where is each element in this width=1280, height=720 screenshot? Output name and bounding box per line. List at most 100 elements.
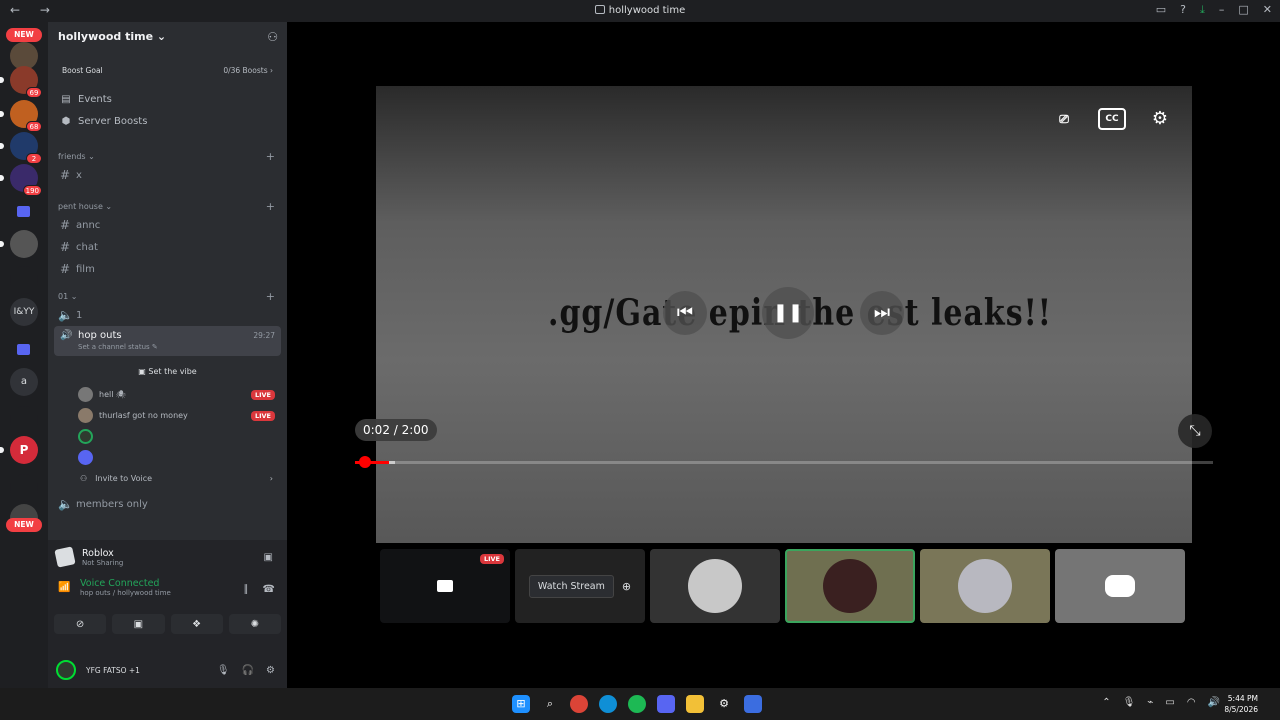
- participant-tile[interactable]: [920, 549, 1050, 623]
- stream-tile[interactable]: Watch Stream ⊕: [515, 549, 645, 623]
- settings-gear-icon[interactable]: ⚙: [1146, 108, 1174, 130]
- volume-icon[interactable]: 🔊: [1208, 697, 1220, 708]
- sidebar-item-label: Server Boosts: [78, 115, 148, 127]
- channel-status[interactable]: Set a channel status ✎: [78, 343, 275, 351]
- channel-name: 1: [76, 309, 83, 321]
- voice-timer: 29:27: [253, 331, 275, 340]
- unread-dot: [0, 175, 4, 181]
- server-icon[interactable]: [10, 406, 38, 434]
- captions-button[interactable]: CC: [1098, 108, 1126, 130]
- server-icon[interactable]: [0, 230, 38, 258]
- server-icon-text[interactable]: I&YY: [10, 298, 38, 326]
- next-button[interactable]: ⏭: [860, 291, 904, 335]
- category-friends[interactable]: friends ⌄ +: [48, 148, 287, 164]
- search-icon[interactable]: ⌕: [541, 695, 559, 713]
- mic-icon[interactable]: 🎙: [1123, 697, 1136, 708]
- windows-start-icon[interactable]: ⊞: [512, 695, 530, 713]
- add-channel-icon[interactable]: +: [266, 200, 275, 213]
- add-channel-icon[interactable]: +: [266, 290, 275, 303]
- invite-to-voice[interactable]: ⚇ Invite to Voice ›: [48, 468, 287, 489]
- sidebar-item-server-boosts[interactable]: ⬢ Server Boosts: [48, 110, 287, 132]
- boost-goal-bar[interactable]: Boost Goal 0/36 Boosts ›: [56, 60, 279, 80]
- disconnect-icon[interactable]: ☎: [263, 584, 275, 595]
- participant-tile[interactable]: [650, 549, 780, 623]
- share-screen-icon[interactable]: ▣: [264, 552, 273, 563]
- unread-dot: [0, 143, 4, 149]
- previous-button[interactable]: ⏮: [663, 291, 707, 335]
- sidebar-item-events[interactable]: ▤ Events: [48, 88, 287, 110]
- activities-button[interactable]: ❖: [170, 614, 223, 634]
- voice-user[interactable]: [48, 426, 287, 447]
- voice-user[interactable]: thurlasf got no money LIVE: [48, 405, 287, 426]
- progress-bar[interactable]: [355, 456, 1213, 468]
- set-vibe-button[interactable]: ▣ Set the vibe: [48, 360, 287, 384]
- close-button[interactable]: ✕: [1263, 3, 1272, 17]
- mic-icon[interactable]: 🎙: [217, 665, 230, 676]
- spotify-icon[interactable]: [628, 695, 646, 713]
- video-player[interactable]: ⎚ CC ⚙ .gg/Gate epin the est leaks!! ⏮ ❚…: [355, 86, 1213, 543]
- voice-channel-members-only[interactable]: 🔈 members only: [48, 493, 287, 515]
- file-explorer-icon[interactable]: [686, 695, 704, 713]
- chevron-up-icon[interactable]: ⌃: [1102, 697, 1110, 708]
- edge-icon[interactable]: [599, 695, 617, 713]
- folder-icon[interactable]: [17, 206, 30, 217]
- folder-icon[interactable]: [17, 344, 30, 355]
- voice-user[interactable]: hell 🕷 LIVE: [48, 384, 287, 405]
- noise-suppression-icon[interactable]: ∥: [244, 584, 249, 595]
- channel-x[interactable]: # x: [48, 164, 287, 186]
- user-name[interactable]: YFG FATSO +1: [86, 666, 140, 675]
- voice-user[interactable]: [48, 447, 287, 468]
- channel-annc[interactable]: # annc: [48, 214, 287, 236]
- voice-channel-1[interactable]: 🔈 1: [48, 304, 287, 326]
- clock[interactable]: 5:44 PM 8/5/2026: [1224, 693, 1258, 715]
- headset-icon[interactable]: 🎧: [242, 665, 254, 676]
- maximize-button[interactable]: □: [1238, 3, 1248, 17]
- avatar[interactable]: [56, 660, 76, 680]
- wifi-icon[interactable]: ◠: [1187, 697, 1196, 708]
- avatar: [823, 559, 877, 613]
- exit-fullscreen-icon[interactable]: ⤡: [1178, 414, 1212, 448]
- soundboard-button[interactable]: ✺: [228, 614, 281, 634]
- display-icon[interactable]: ▭: [1165, 697, 1174, 708]
- channel-film[interactable]: # film: [48, 258, 287, 280]
- activity-status[interactable]: Roblox Not Sharing ▣: [48, 540, 287, 574]
- add-view-icon[interactable]: ⊕: [622, 580, 631, 593]
- server-icon-text[interactable]: a: [10, 368, 38, 396]
- stream-tile[interactable]: LIVE: [380, 549, 510, 623]
- discord-icon[interactable]: [657, 695, 675, 713]
- channel-name: chat: [76, 241, 98, 253]
- help-icon[interactable]: ?: [1180, 3, 1186, 17]
- server-icon[interactable]: [10, 266, 38, 294]
- channel-chat[interactable]: # chat: [48, 236, 287, 258]
- server-icon[interactable]: P: [0, 436, 38, 464]
- scrubber-handle[interactable]: [359, 456, 371, 468]
- inbox-icon[interactable]: ▭: [1156, 3, 1166, 17]
- server-icon[interactable]: 190: [0, 164, 42, 196]
- category-01[interactable]: 01 ⌄ +: [48, 288, 287, 304]
- minimize-button[interactable]: –: [1219, 3, 1225, 17]
- category-pent-house[interactable]: pent house ⌄ +: [48, 198, 287, 214]
- voice-actions: ⊘ ▣ ❖ ✺: [48, 610, 287, 638]
- chrome-icon[interactable]: [570, 695, 588, 713]
- camera-off-button[interactable]: ⊘: [54, 614, 107, 634]
- network-icon[interactable]: ⌁: [1147, 697, 1153, 708]
- steam-icon[interactable]: ⚙: [715, 695, 733, 713]
- app-icon[interactable]: [744, 695, 762, 713]
- add-channel-icon[interactable]: +: [266, 150, 275, 163]
- download-icon[interactable]: ⤓: [1200, 3, 1205, 17]
- screen-share-button[interactable]: ▣: [112, 614, 165, 634]
- pause-button[interactable]: ❚❚: [762, 287, 814, 339]
- window-controls: ▭ ? ⤓ – □ ✕: [1156, 3, 1272, 17]
- cast-icon[interactable]: ⎚: [1050, 108, 1078, 130]
- watch-stream-button[interactable]: Watch Stream: [528, 574, 614, 598]
- server-icon[interactable]: 69: [0, 66, 42, 98]
- participant-tile[interactable]: [1055, 549, 1185, 623]
- server-header[interactable]: hollywood time ⌄ ⚇: [48, 22, 287, 52]
- server-icon[interactable]: 2: [0, 132, 42, 164]
- server-icon[interactable]: 68: [0, 100, 42, 132]
- settings-gear-icon[interactable]: ⚙: [266, 665, 275, 676]
- server-icon[interactable]: [10, 474, 38, 502]
- add-member-icon[interactable]: ⚇: [267, 30, 278, 44]
- participant-tile-speaking[interactable]: [785, 549, 915, 623]
- voice-channel-hop-outs[interactable]: 🔊 hop outs Set a channel status ✎ 29:27: [54, 326, 281, 356]
